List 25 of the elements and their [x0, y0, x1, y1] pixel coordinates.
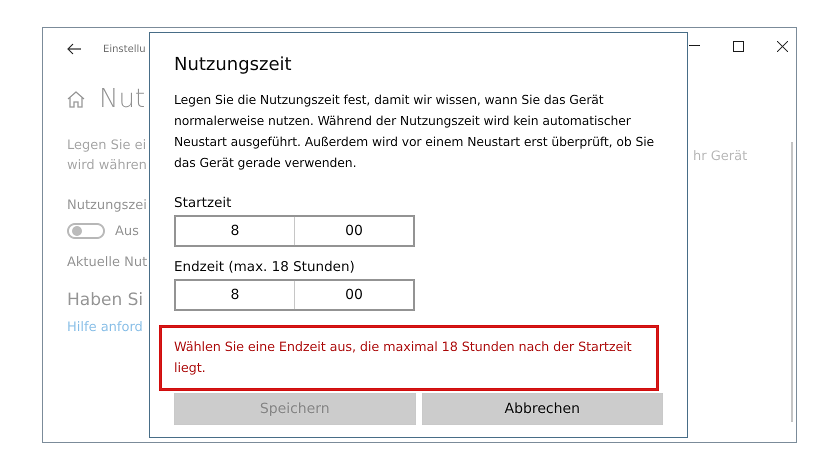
minute-value: 00	[294, 281, 413, 309]
dialog-title: Nutzungszeit	[174, 54, 293, 75]
field-label: Endzeit (max. 18 Stunden)	[174, 259, 356, 275]
hour-value: 8	[230, 286, 240, 305]
scrollbar[interactable]	[791, 142, 793, 422]
minute-value: 00	[294, 217, 413, 245]
breadcrumb: Einstellu	[103, 44, 146, 54]
description-text: hr Gerät	[693, 149, 748, 164]
dialog-text: Legen Sie die Nutzungszeit fest, damit wir wissen, wann Sie das Gerät normalerweise nutzen. Während der Nutzungszeit wird kein automatischer Neustart ausgeführt. Außerdem wird vor einem Neustart erst überprüft, ob Sie das Gerät gerade verwenden.	[174, 91, 656, 172]
field-label: Startzeit	[174, 195, 232, 211]
dialog-button[interactable]: Abbrechen	[422, 393, 663, 425]
current-label: Aktuelle Nut	[67, 255, 148, 270]
description-text: Legen Sie ei	[67, 137, 148, 155]
section-heading: Haben Si	[67, 290, 144, 310]
error-message: Wählen Sie eine Endzeit aus, die maximal 18 Stunden nach der Startzeit liegt.	[159, 325, 659, 391]
setting-label: Nutzungszei	[67, 198, 148, 213]
time-picker[interactable]: 8 00	[174, 279, 415, 311]
back-arrow-icon[interactable]	[67, 43, 81, 55]
home-icon[interactable]	[67, 90, 85, 108]
description-text: wird währen	[67, 157, 148, 175]
toggle-label: Aus	[115, 224, 139, 238]
page-heading: Nut	[99, 84, 146, 114]
hour-value: 8	[230, 222, 240, 241]
toggle-switch[interactable]	[67, 223, 105, 239]
time-picker[interactable]: 8 00	[174, 215, 415, 247]
